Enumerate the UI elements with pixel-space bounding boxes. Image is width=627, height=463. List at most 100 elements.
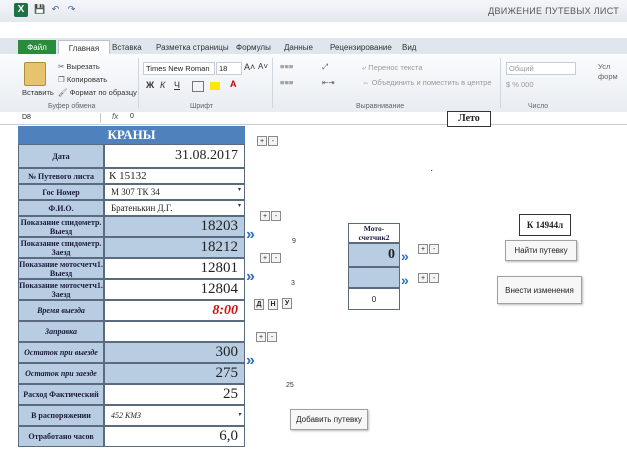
wrap-text-button[interactable]: ⤶ Перенос текста [362,63,423,73]
refuel-field[interactable] [104,321,245,342]
add-trip-button[interactable]: Добавить путевку [290,409,368,430]
tab-page-layout[interactable]: Разметка страницы [156,40,229,55]
odometer-in-field[interactable]: 18212 [104,237,245,258]
dropdown-arrow-icon[interactable]: ▾ [236,203,243,210]
indent-icon[interactable]: ⇤⇥ [322,78,335,87]
formula-input[interactable]: 0 [130,113,134,120]
odometer-minus-button[interactable]: - [271,211,281,221]
font-group-label: Шрифт [190,103,214,110]
apply-changes-button[interactable]: Внести изменения [497,276,582,304]
motohours-plus-button[interactable]: + [260,253,270,263]
ribbon-separator [272,58,273,108]
ribbon-separator [138,58,139,108]
format-painter-button[interactable]: 🖌 Формат по образцу [58,88,137,97]
double-chevron-icon[interactable]: » [401,248,409,264]
motohours2-minus-button[interactable]: - [429,244,439,254]
find-trip-button[interactable]: Найти путевку [505,240,577,261]
dropdown-arrow-icon[interactable]: ▾ [236,187,243,194]
motohours1-in-field[interactable]: 12804 [104,279,245,300]
fuel-consumption-field: 25 [104,384,245,405]
undo-icon[interactable]: ↶ [50,4,61,15]
name-box[interactable]: D8 [18,113,101,123]
fuel-in-field[interactable]: 275 [104,363,245,384]
grow-font-icon[interactable]: A˄ [244,62,255,72]
fuel-plus-button[interactable]: + [256,332,266,342]
align-top-icon[interactable]: ≡ ≡ ≡ [280,62,293,71]
label-odometer-out: Показание спидометр. Выезд [18,216,104,237]
fx-icon[interactable]: fx [112,112,118,121]
fuel-out-field[interactable]: 300 [104,342,245,363]
shrink-font-icon[interactable]: A˅ [258,62,268,71]
trip-number-badge: К 14944л [519,214,571,236]
double-chevron-icon[interactable]: » [246,268,255,286]
double-chevron-icon[interactable]: » [246,226,255,244]
motohours2-minus-button[interactable]: - [429,273,439,283]
double-chevron-icon[interactable]: » [401,272,409,288]
number-format-select[interactable]: Общий [506,62,576,75]
motohours2-in-field[interactable] [348,267,400,288]
font-name-select[interactable]: Times New Roman [143,62,215,75]
plate-number-select[interactable]: М 307 ТК 34 ▾ [104,184,245,200]
driver-name-select[interactable]: Братенькин Д.Г. ▾ [104,200,245,216]
save-icon[interactable]: 💾 [34,4,45,15]
bold-button[interactable]: Ж [146,80,154,90]
motohours2-plus-button[interactable]: + [418,244,428,254]
tab-file[interactable]: Файл [18,40,56,55]
italic-button[interactable]: К [160,80,165,90]
double-chevron-icon[interactable]: » [246,352,255,370]
date-plus-button[interactable]: + [257,136,267,146]
brush-icon: 🖌 [58,88,68,97]
font-size-select[interactable]: 18 [216,62,242,75]
ribbon-separator [500,58,501,108]
motohours2-out-field[interactable]: 0 [348,243,400,267]
redo-icon[interactable]: ↷ [66,4,77,15]
orientation-icon[interactable]: ⤢ [322,62,328,72]
fuel-minus-button[interactable]: - [267,332,277,342]
motohours2-plus-button[interactable]: + [418,273,428,283]
odometer-plus-button[interactable]: + [260,211,270,221]
departure-time-field[interactable]: 8:00 [104,300,245,321]
align-left-icon[interactable]: ≡ ≡ ≡ [280,78,293,87]
cut-button[interactable]: ✂ Вырезать [58,62,100,71]
date-field[interactable]: 31.08.2017 [104,144,245,168]
odometer-out-field[interactable]: 18203 [104,216,245,237]
scissors-icon: ✂ [58,62,65,71]
paste-button[interactable]: Вставить [22,88,54,97]
currency-icon[interactable]: $ % 000 [506,80,534,89]
excel-logo-icon: X [14,3,28,17]
dropdown-arrow-icon[interactable]: ▾ [236,412,243,419]
paste-icon[interactable] [24,62,46,86]
fill-color-icon[interactable] [210,82,220,90]
u-shift-button[interactable]: У [282,298,292,309]
night-shift-button[interactable]: Н [268,299,278,310]
tab-data[interactable]: Данные [284,40,313,55]
tab-formulas[interactable]: Формулы [236,40,271,55]
wrap-text-label: Перенос текста [368,63,423,72]
tab-insert[interactable]: Вставка [112,40,142,55]
font-color-icon[interactable]: A [230,79,237,89]
assignment-select[interactable]: 452 КМЗ ▾ [104,405,245,426]
conditional-format-button[interactable]: Усл форм [598,62,626,82]
odometer-difference: 9 [292,238,296,245]
label-hours-worked: Отработано часов [18,426,104,447]
merge-icon: ⇔ [362,78,370,87]
label-motohours1-out: Показание мотосчетч1. Выезд [18,258,104,279]
motohours-minus-button[interactable]: - [271,253,281,263]
cut-label: Вырезать [66,62,100,71]
motohours1-out-field[interactable]: 12801 [104,258,245,279]
waybill-number-field[interactable]: К 15132 [104,168,245,184]
merge-center-button[interactable]: ⇔ Объединить и поместить в центре [362,78,492,87]
copy-button[interactable]: ❐ Копировать [58,75,107,84]
label-plate-number: Гос Номер [18,184,104,200]
label-assignment: В распоряжении [18,405,104,426]
hours-worked-field[interactable]: 6,0 [104,426,245,447]
day-shift-button[interactable]: Д [254,299,264,310]
motohours-difference: 3 [291,280,295,287]
tab-review[interactable]: Рецензирование [330,40,392,55]
tab-view[interactable]: Вид [402,40,416,55]
date-minus-button[interactable]: - [268,136,278,146]
borders-icon[interactable] [192,81,204,92]
underline-button[interactable]: Ч [174,80,180,90]
label-fuel-consumption: Расход Фактический [18,384,104,405]
dot-marker: · [430,165,434,176]
